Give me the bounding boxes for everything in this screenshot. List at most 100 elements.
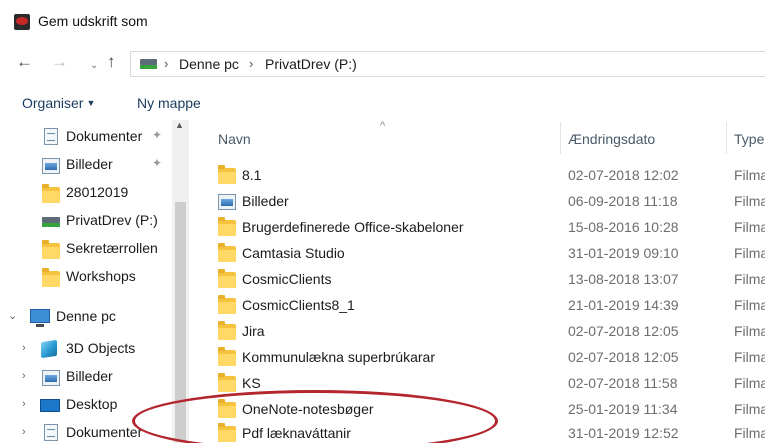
file-date: 25-01-2019 11:34 [568,401,678,417]
folder-icon [218,295,236,314]
navigation-bar: ← → ⌄ ↑ › Denne pc › PrivatDrev (P:) [0,44,765,82]
sidebar-item-label: Dokumenter [66,128,143,144]
chevron-down-icon[interactable]: ⌄ [8,309,17,322]
up-arrow-icon[interactable]: ↑ [107,53,116,71]
sidebar-item-label: Billeder [66,156,113,172]
column-divider[interactable] [726,122,727,154]
file-row[interactable]: Kommunulækna superbrúkarar 02-07-2018 12… [190,344,765,370]
file-row[interactable]: KS 02-07-2018 11:58 Filma [190,370,765,396]
sidebar-item-dokumenter-pc[interactable]: › Dokumenter [0,420,170,443]
file-date: 02-07-2018 12:05 [568,349,679,365]
sidebar-scrollbar[interactable]: ▲ [172,120,189,443]
scrollbar-thumb[interactable] [175,202,186,442]
file-row[interactable]: Billeder 06-09-2018 11:18 Filma [190,188,765,214]
file-row[interactable]: 8.1 02-07-2018 12:02 Filma [190,162,765,188]
chevron-right-icon[interactable]: › [22,426,26,438]
folder-icon [218,373,236,392]
sidebar-item-sekretaerrollen[interactable]: Sekretærrollen [0,236,170,262]
column-header-date[interactable]: Ændringsdato [568,131,655,147]
file-row[interactable]: Brugerdefinerede Office-skabeloner 15-08… [190,214,765,240]
sidebar-item-privatdrev[interactable]: PrivatDrev (P:) [0,208,170,234]
file-name: KS [242,375,261,391]
file-date: 02-07-2018 11:58 [568,375,678,391]
file-type: Filma [734,193,765,209]
file-row[interactable]: OneNote-notesbøger 25-01-2019 11:34 Film… [190,396,765,422]
file-name: Billeder [242,193,289,209]
file-date: 31-01-2019 12:52 [568,425,679,441]
folder-icon [42,184,60,203]
pin-icon[interactable]: ✦ [152,128,162,142]
back-arrow-icon[interactable]: ← [16,53,33,71]
file-name: CosmicClients8_1 [242,297,355,313]
organize-button[interactable]: Organiser ▼ [22,95,95,111]
breadcrumb-separator: › [164,56,169,71]
organize-label: Organiser [22,95,84,111]
file-type: Filma [734,425,765,441]
window-title: Gem udskrift som [38,13,148,29]
file-type: Filma [734,245,765,261]
sidebar-item-label: PrivatDrev (P:) [66,212,158,228]
breadcrumb-privatdrev[interactable]: PrivatDrev (P:) [265,56,357,72]
folder-icon [42,240,60,259]
file-name: CosmicClients [242,271,332,287]
folder-icon [218,165,236,184]
column-header-type[interactable]: Type [734,131,764,147]
folder-icon [218,217,236,236]
folder-icon [218,269,236,288]
pin-icon[interactable]: ✦ [152,156,162,170]
sidebar-item-3d-objects[interactable]: › 3D Objects [0,336,170,362]
file-date: 31-01-2019 09:10 [568,245,679,261]
sidebar-item-billeder[interactable]: Billeder ✦ [0,152,170,178]
chevron-right-icon[interactable]: › [22,398,26,410]
file-name: Kommunulækna superbrúkarar [242,349,435,365]
file-row[interactable]: CosmicClients8_1 21-01-2019 14:39 Filma [190,292,765,318]
file-row[interactable]: Camtasia Studio 31-01-2019 09:10 Filma [190,240,765,266]
file-type: Filma [734,219,765,235]
navigation-pane: Dokumenter ✦ Billeder ✦ 28012019 PrivatD… [0,118,190,443]
forward-arrow-icon[interactable]: → [51,53,68,71]
file-row[interactable]: Jira 02-07-2018 12:05 Filma [190,318,765,344]
sidebar-item-28012019[interactable]: 28012019 [0,180,170,206]
sidebar-item-label: 3D Objects [66,340,136,356]
scroll-up-icon[interactable]: ▲ [175,120,184,130]
sidebar-item-label: Denne pc [56,308,116,324]
recent-locations-chevron-icon[interactable]: ⌄ [90,57,98,75]
file-type: Filma [734,349,765,365]
file-row[interactable]: Pdf læknaváttanir 31-01-2019 12:52 Filma [190,420,765,443]
pictures-icon [218,194,236,210]
column-divider[interactable] [560,122,561,154]
folder-icon [218,243,236,262]
pictures-icon [42,370,60,386]
file-type: Filma [734,323,765,339]
sidebar-item-label: Sekretærrollen [66,240,158,256]
file-date: 15-08-2016 10:28 [568,219,679,235]
sidebar-item-workshops[interactable]: Workshops [0,264,170,290]
file-row[interactable]: CosmicClients 13-08-2018 13:07 Filma [190,266,765,292]
file-date: 02-07-2018 12:05 [568,323,679,339]
file-type: Filma [734,375,765,391]
column-header-name[interactable]: Navn [218,131,251,147]
documents-icon [44,128,58,145]
breadcrumb-separator: › [249,56,254,71]
chevron-right-icon[interactable]: › [22,370,26,382]
column-header-row: ^ Navn Ændringsdato Type [190,118,765,154]
file-name: 8.1 [242,167,262,183]
title-bar: Gem udskrift som [0,0,765,44]
sidebar-item-billeder-pc[interactable]: › Billeder [0,364,170,390]
network-drive-icon [140,59,157,69]
file-name: Camtasia Studio [242,245,345,261]
sidebar-item-dokumenter[interactable]: Dokumenter ✦ [0,124,170,150]
new-folder-button[interactable]: Ny mappe [137,95,201,111]
sidebar-item-desktop[interactable]: › Desktop [0,392,170,418]
computer-icon [30,309,50,327]
address-bar[interactable]: › Denne pc › PrivatDrev (P:) [130,51,765,77]
file-name: Jira [242,323,265,339]
3d-objects-icon [41,339,57,359]
desktop-icon [40,399,60,412]
breadcrumb-this-pc[interactable]: Denne pc [179,56,239,72]
sidebar-item-this-pc[interactable]: ⌄ Denne pc [0,304,170,330]
sidebar-item-label: Billeder [66,368,113,384]
file-date: 06-09-2018 11:18 [568,193,678,209]
sidebar-item-label: Workshops [66,268,136,284]
chevron-right-icon[interactable]: › [22,342,26,354]
